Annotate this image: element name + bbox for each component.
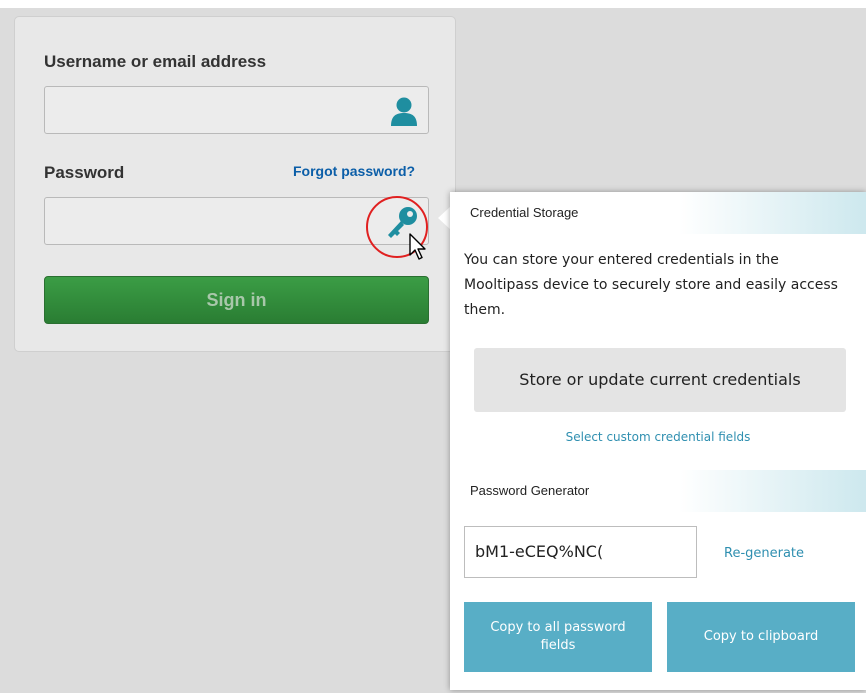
credential-storage-header: Credential Storage bbox=[450, 192, 866, 234]
sign-in-button[interactable]: Sign in bbox=[44, 276, 429, 324]
credential-popup: Credential Storage You can store your en… bbox=[450, 192, 866, 690]
username-label: Username or email address bbox=[44, 52, 267, 71]
store-credentials-button[interactable]: Store or update current credentials bbox=[474, 348, 846, 412]
password-generator-header: Password Generator bbox=[450, 470, 866, 512]
password-label: Password bbox=[44, 163, 125, 182]
mouse-pointer-icon bbox=[409, 233, 426, 260]
copy-to-all-fields-button[interactable]: Copy to all password fields bbox=[464, 602, 652, 672]
copy-to-all-fields-label: Copy to all password fields bbox=[490, 620, 626, 653]
regenerate-link[interactable]: Re-generate bbox=[724, 546, 804, 561]
user-icon[interactable] bbox=[390, 96, 418, 126]
copy-to-clipboard-button[interactable]: Copy to clipboard bbox=[667, 602, 855, 672]
storage-description: You can store your entered credentials i… bbox=[464, 252, 838, 318]
generated-password-field[interactable]: bM1-eCEQ%NC( bbox=[464, 526, 697, 578]
forgot-password-link[interactable]: Forgot password? bbox=[293, 163, 415, 179]
select-custom-fields-link[interactable]: Select custom credential fields bbox=[450, 430, 866, 444]
username-input[interactable] bbox=[44, 86, 429, 134]
copy-to-clipboard-label: Copy to clipboard bbox=[703, 629, 819, 644]
